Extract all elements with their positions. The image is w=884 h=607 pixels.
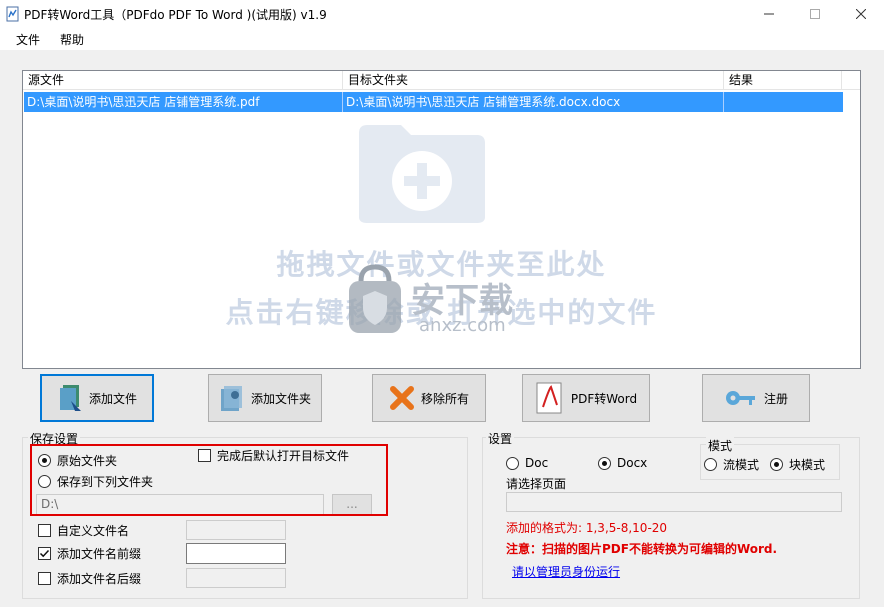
radio-dot bbox=[506, 456, 519, 470]
minimize-button[interactable] bbox=[746, 0, 792, 28]
add-file-icon bbox=[59, 385, 81, 411]
run-as-admin-link[interactable]: 请以管理员身份运行 bbox=[512, 563, 620, 580]
checkbox-box bbox=[38, 572, 51, 585]
radio-dot bbox=[770, 458, 783, 471]
add-suffix-checkbox[interactable]: 添加文件名后缀 bbox=[38, 570, 141, 587]
doc-radio[interactable]: Doc bbox=[506, 456, 548, 470]
select-pages-label: 请选择页面 bbox=[506, 477, 567, 491]
suffix-input[interactable] bbox=[186, 568, 286, 588]
minimize-icon bbox=[764, 13, 774, 15]
cell-target: D:\桌面\说明书\思迅天店 店铺管理系统.docx.docx bbox=[343, 92, 724, 112]
format-hint: 添加的格式为: 1,3,5-8,10-20 bbox=[506, 521, 668, 535]
column-result[interactable]: 结果 bbox=[724, 71, 842, 90]
prefix-input[interactable] bbox=[186, 543, 286, 564]
convert-button[interactable]: PDF转Word bbox=[522, 374, 650, 422]
maximize-icon bbox=[810, 9, 820, 19]
app-icon bbox=[6, 6, 19, 22]
settings-title: 设置 bbox=[486, 430, 515, 447]
add-folder-label: 添加文件夹 bbox=[250, 391, 311, 406]
remove-all-label: 移除所有 bbox=[420, 391, 469, 406]
add-folder-button[interactable]: 添加文件夹 bbox=[208, 374, 322, 422]
remove-all-button[interactable]: 移除所有 bbox=[372, 374, 486, 422]
remove-icon bbox=[389, 386, 414, 410]
cell-source: D:\桌面\说明书\思迅天店 店铺管理系统.pdf bbox=[24, 92, 343, 112]
folder-icon bbox=[220, 386, 242, 411]
add-file-button[interactable]: 添加文件 bbox=[40, 374, 154, 422]
register-label: 注册 bbox=[763, 391, 788, 406]
menu-file[interactable]: 文件 bbox=[12, 31, 44, 48]
highlight-box bbox=[30, 444, 388, 516]
radio-dot bbox=[598, 456, 611, 470]
checkbox-box bbox=[38, 547, 51, 560]
docx-label: Docx bbox=[617, 456, 648, 470]
mode-title: 模式 bbox=[706, 437, 735, 454]
close-button[interactable] bbox=[838, 0, 884, 28]
key-icon bbox=[725, 391, 755, 405]
flow-mode-radio[interactable]: 流模式 bbox=[704, 456, 759, 473]
add-suffix-label: 添加文件名后缀 bbox=[57, 572, 142, 586]
convert-label: PDF转Word bbox=[570, 391, 638, 406]
block-mode-label: 块模式 bbox=[789, 458, 826, 472]
table-row[interactable]: D:\桌面\说明书\思迅天店 店铺管理系统.pdf D:\桌面\说明书\思迅天店… bbox=[24, 92, 843, 112]
checkbox-box bbox=[38, 524, 51, 537]
radio-dot bbox=[704, 458, 717, 471]
add-folder-icon bbox=[359, 125, 485, 223]
block-mode-radio[interactable]: 块模式 bbox=[770, 456, 825, 473]
column-source[interactable]: 源文件 bbox=[23, 71, 343, 90]
scan-note: 注意：扫描的图片PDF不能转换为可编辑的Word. bbox=[506, 542, 778, 556]
close-icon bbox=[856, 9, 866, 19]
menu-help[interactable]: 帮助 bbox=[56, 31, 88, 48]
cell-result bbox=[724, 92, 843, 112]
custom-name-checkbox[interactable]: 自定义文件名 bbox=[38, 522, 129, 539]
watermark-shield-icon bbox=[349, 264, 401, 333]
flow-mode-label: 流模式 bbox=[723, 458, 760, 472]
add-prefix-label: 添加文件名前缀 bbox=[57, 547, 142, 561]
register-button[interactable]: 注册 bbox=[702, 374, 810, 422]
docx-radio[interactable]: Docx bbox=[598, 456, 647, 470]
menu-bar: 文件 帮助 bbox=[0, 28, 884, 50]
file-list[interactable]: 源文件 目标文件夹 结果 D:\桌面\说明书\思迅天店 店铺管理系统.pdf D… bbox=[22, 70, 861, 369]
maximize-button[interactable] bbox=[792, 0, 838, 28]
custom-name-input[interactable] bbox=[186, 520, 286, 540]
custom-name-label: 自定义文件名 bbox=[57, 524, 130, 538]
title-bar: PDF转Word工具（PDFdo PDF To Word )(试用版) v1.9 bbox=[0, 0, 884, 28]
column-target[interactable]: 目标文件夹 bbox=[343, 71, 724, 90]
pdf-icon bbox=[536, 382, 562, 414]
check-icon bbox=[39, 549, 50, 558]
doc-label: Doc bbox=[525, 456, 549, 470]
list-header: 源文件 目标文件夹 结果 bbox=[23, 71, 860, 90]
add-file-label: 添加文件 bbox=[88, 391, 137, 406]
watermark-url: anxz.com bbox=[419, 315, 506, 336]
add-prefix-checkbox[interactable]: 添加文件名前缀 bbox=[38, 545, 141, 562]
window-title: PDF转Word工具（PDFdo PDF To Word )(试用版) v1.9 bbox=[24, 8, 327, 22]
pages-input[interactable] bbox=[506, 492, 842, 512]
